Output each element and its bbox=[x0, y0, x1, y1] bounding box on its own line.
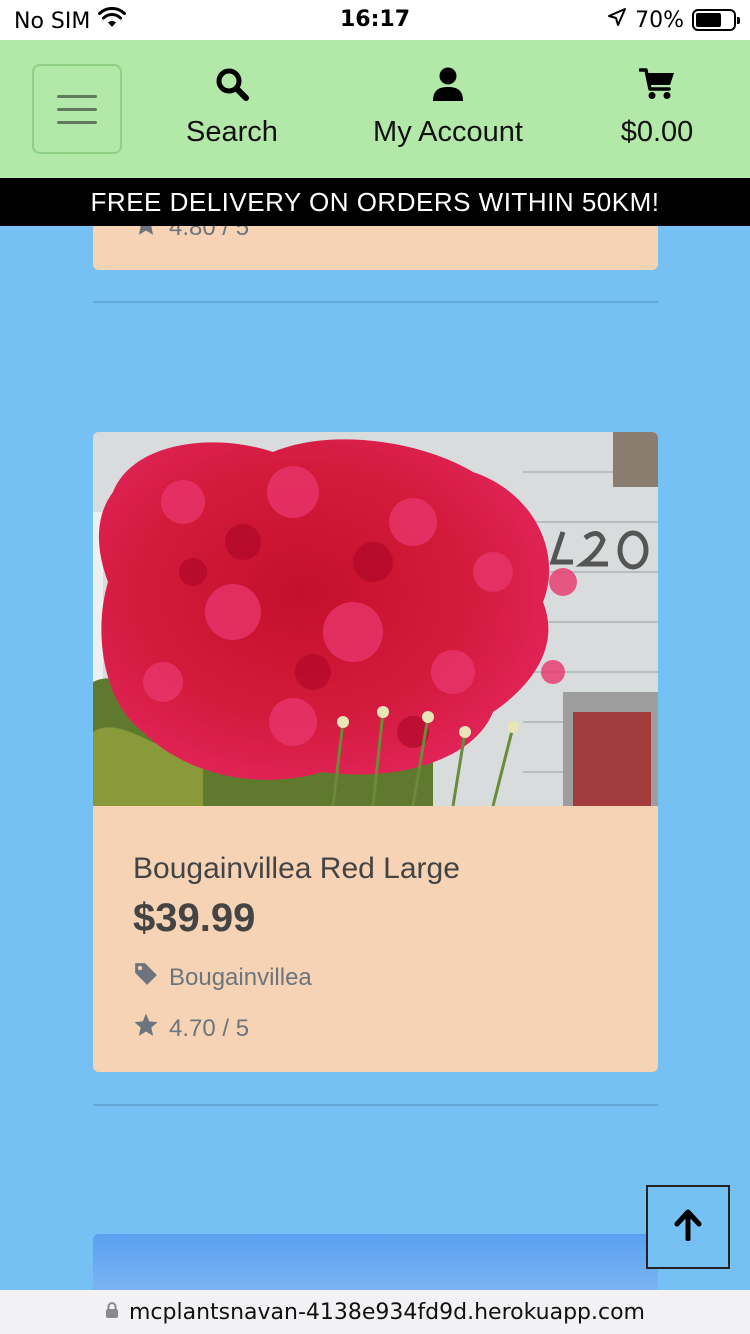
back-to-top-button[interactable] bbox=[646, 1185, 730, 1269]
shopping-cart-icon bbox=[639, 64, 675, 104]
cart-total: $0.00 bbox=[620, 116, 694, 148]
product-card-body: Bougainvillea Red Large $39.99 Bougainvi… bbox=[93, 806, 658, 1045]
category-link[interactable]: Bougainvillea bbox=[169, 964, 312, 992]
menu-toggle-button[interactable] bbox=[32, 64, 122, 154]
category-row[interactable]: Bougainvillea bbox=[133, 961, 618, 994]
browser-url-bar[interactable]: mcplantsnavan-4138e934fd9d.herokuapp.com bbox=[0, 1290, 750, 1334]
url-text: mcplantsnavan-4138e934fd9d.herokuapp.com bbox=[128, 1299, 645, 1325]
search-icon bbox=[215, 64, 249, 104]
battery-icon bbox=[692, 9, 740, 31]
rating-text: 4.70 / 5 bbox=[169, 1014, 250, 1042]
hamburger-line bbox=[57, 120, 97, 124]
product-name[interactable]: Bougainvillea Red Large bbox=[133, 852, 618, 886]
rating-row: 4.70 / 5 bbox=[133, 1012, 618, 1045]
hamburger-line bbox=[57, 107, 97, 111]
location-arrow-icon bbox=[607, 7, 627, 33]
product-card[interactable]: 4.80 / 5 bbox=[93, 226, 658, 270]
divider bbox=[93, 1104, 658, 1106]
cart-nav-link[interactable]: $0.00 bbox=[600, 64, 714, 158]
search-nav-link[interactable]: Search bbox=[170, 64, 294, 158]
rating-row: 4.80 / 5 bbox=[133, 226, 249, 244]
free-delivery-banner: FREE DELIVERY ON ORDERS WITHIN 50KM! bbox=[0, 178, 750, 226]
star-icon bbox=[133, 226, 159, 244]
divider bbox=[93, 301, 658, 303]
lock-icon bbox=[105, 1300, 119, 1325]
product-price: $39.99 bbox=[133, 896, 256, 940]
tag-icon bbox=[133, 961, 159, 994]
account-label: My Account bbox=[373, 116, 523, 148]
rating-text: 4.80 / 5 bbox=[169, 226, 250, 241]
search-label: Search bbox=[186, 116, 278, 148]
star-icon bbox=[133, 1012, 159, 1045]
product-card[interactable]: Bougainvillea Red Large $39.99 Bougainvi… bbox=[93, 432, 658, 1072]
hamburger-line bbox=[57, 94, 97, 98]
user-icon bbox=[432, 64, 464, 104]
product-image[interactable] bbox=[93, 1234, 658, 1290]
status-right: 70% bbox=[607, 7, 740, 33]
account-nav-link[interactable]: My Account bbox=[356, 64, 540, 158]
product-card[interactable] bbox=[93, 1234, 658, 1290]
status-bar: No SIM 16:17 70% bbox=[0, 0, 750, 40]
product-list: 4.80 / 5 Bougainvillea Red Large $39.99 … bbox=[0, 226, 750, 1290]
battery-percent: 70% bbox=[635, 7, 684, 33]
battery-level-fill bbox=[696, 13, 722, 27]
site-header: Search My Account $0.00 bbox=[0, 40, 750, 178]
arrow-up-icon bbox=[673, 1209, 703, 1246]
product-image[interactable] bbox=[93, 432, 658, 806]
